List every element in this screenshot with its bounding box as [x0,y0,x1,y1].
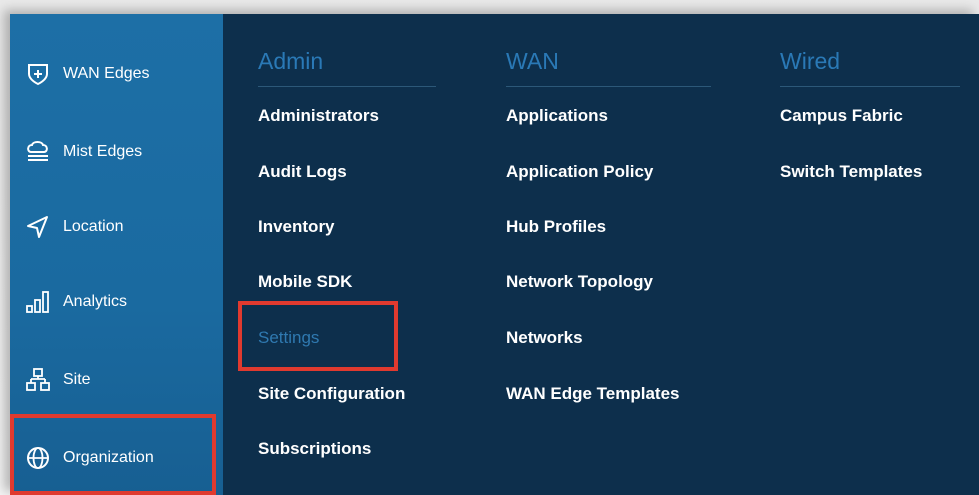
menu-link-network-topology[interactable]: Network Topology [506,272,653,292]
location-arrow-icon [25,214,51,240]
menu-link-campus-fabric[interactable]: Campus Fabric [780,106,903,126]
menu-link-administrators[interactable]: Administrators [258,106,379,126]
menu-link-hub-profiles[interactable]: Hub Profiles [506,217,606,237]
menu-link-site-configuration[interactable]: Site Configuration [258,384,405,404]
menu-link-wan-edge-templates[interactable]: WAN Edge Templates [506,384,680,404]
wired-header-divider [780,86,960,87]
sidebar-item-label: WAN Edges [63,65,150,82]
menu-link-audit-logs[interactable]: Audit Logs [258,162,347,182]
menu-link-applications[interactable]: Applications [506,106,608,126]
sidebar-item-analytics[interactable]: Analytics [10,277,223,327]
sidebar-item-label: Location [63,218,124,235]
sidebar: WAN Edges Mist Edges Location Analytics [10,14,223,495]
site-hierarchy-icon [25,367,51,393]
sidebar-item-wan-edges[interactable]: WAN Edges [10,49,223,99]
org-menu-window: WAN Edges Mist Edges Location Analytics [10,14,979,495]
wan-column-header: WAN [506,48,559,74]
sidebar-item-site[interactable]: Site [10,355,223,405]
admin-column-header: Admin [258,48,324,74]
sidebar-item-label: Site [63,371,91,388]
organization-menu-panel: Admin Administrators Audit Logs Inventor… [223,14,979,495]
menu-link-application-policy[interactable]: Application Policy [506,162,653,182]
sidebar-item-label: Mist Edges [63,143,143,160]
screenshot-frame: WAN Edges Mist Edges Location Analytics [0,0,979,495]
sidebar-item-location[interactable]: Location [10,202,223,252]
organization-highlight-box [10,414,216,495]
cloud-stack-icon [25,139,51,165]
bar-chart-icon [25,289,51,315]
menu-link-mobile-sdk[interactable]: Mobile SDK [258,272,352,292]
menu-link-inventory[interactable]: Inventory [258,217,335,237]
sidebar-item-label: Analytics [63,293,128,310]
menu-link-networks[interactable]: Networks [506,328,583,348]
admin-header-divider [258,86,436,87]
plus-shield-icon [25,61,51,87]
settings-highlight-box [238,301,398,371]
sidebar-item-mist-edges[interactable]: Mist Edges [10,127,223,177]
menu-link-subscriptions[interactable]: Subscriptions [258,439,371,459]
menu-link-switch-templates[interactable]: Switch Templates [780,162,922,182]
wired-column-header: Wired [780,48,841,74]
wan-header-divider [506,86,711,87]
